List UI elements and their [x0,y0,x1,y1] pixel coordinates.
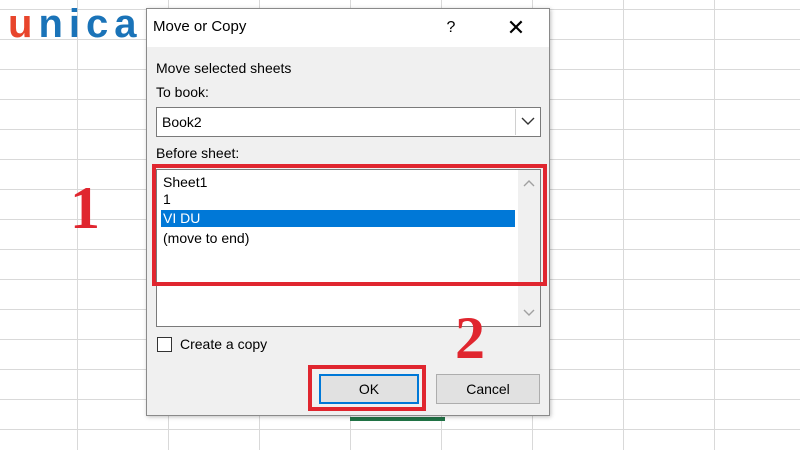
help-button[interactable]: ? [439,15,463,41]
to-book-label: To book: [156,84,209,100]
step-number-2: 2 [455,305,485,371]
cancel-button[interactable]: Cancel [436,374,540,404]
create-copy-label: Create a copy [180,336,268,352]
to-book-select[interactable]: Book2 [156,107,541,137]
chevron-down-icon [521,117,535,125]
highlight-box-sheet-list [152,164,547,286]
dropdown-button[interactable] [515,109,539,135]
highlight-box-ok [308,365,426,411]
to-book-value: Book2 [162,114,202,130]
step-number-1: 1 [70,175,100,241]
unica-logo: unica [8,2,143,46]
scroll-down-icon[interactable] [523,308,535,318]
active-cell-border [350,417,445,421]
dialog-titlebar: Move or Copy ? ✕ [147,9,549,47]
close-button[interactable]: ✕ [501,13,531,43]
before-sheet-label: Before sheet: [156,145,240,161]
create-copy-checkbox[interactable] [157,337,172,352]
dialog-title: Move or Copy [153,18,247,35]
move-selected-sheets-label: Move selected sheets [156,60,292,76]
